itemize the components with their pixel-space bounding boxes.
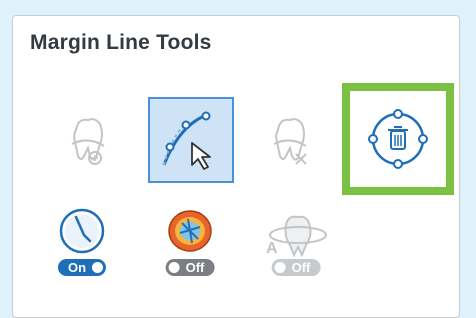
auto-rotate-option[interactable]: A Off bbox=[256, 205, 336, 285]
toggle-knob bbox=[168, 262, 180, 273]
auto-rotate-toggle[interactable]: Off bbox=[271, 259, 321, 276]
toggle-label: On bbox=[67, 260, 87, 275]
margin-line-auto-button[interactable] bbox=[250, 100, 332, 182]
color-map-icon bbox=[168, 210, 212, 252]
tooth-edit-icon bbox=[71, 118, 105, 165]
svg-text:A: A bbox=[266, 240, 278, 257]
draw-curve-icon bbox=[162, 111, 211, 170]
clock-clip-icon bbox=[59, 208, 105, 254]
toggle-label: Off bbox=[291, 260, 311, 275]
trash-circle-icon bbox=[368, 109, 428, 169]
margin-line-draw-button[interactable] bbox=[148, 97, 234, 183]
tooth-auto-icon bbox=[273, 118, 307, 165]
margin-line-delete-button[interactable] bbox=[342, 83, 454, 195]
clip-view-toggle[interactable]: On bbox=[57, 259, 107, 276]
color-map-toggle[interactable]: Off bbox=[165, 259, 215, 276]
panel-title: Margin Line Tools bbox=[30, 31, 212, 54]
clip-view-option[interactable]: On bbox=[42, 205, 122, 285]
margin-line-edit-button[interactable] bbox=[48, 100, 130, 182]
toggle-label: Off bbox=[185, 260, 205, 275]
toggle-knob bbox=[92, 262, 104, 273]
rotate-tooth-icon: A bbox=[266, 215, 327, 258]
color-map-option[interactable]: Off bbox=[150, 205, 230, 285]
toggle-knob bbox=[274, 262, 286, 273]
